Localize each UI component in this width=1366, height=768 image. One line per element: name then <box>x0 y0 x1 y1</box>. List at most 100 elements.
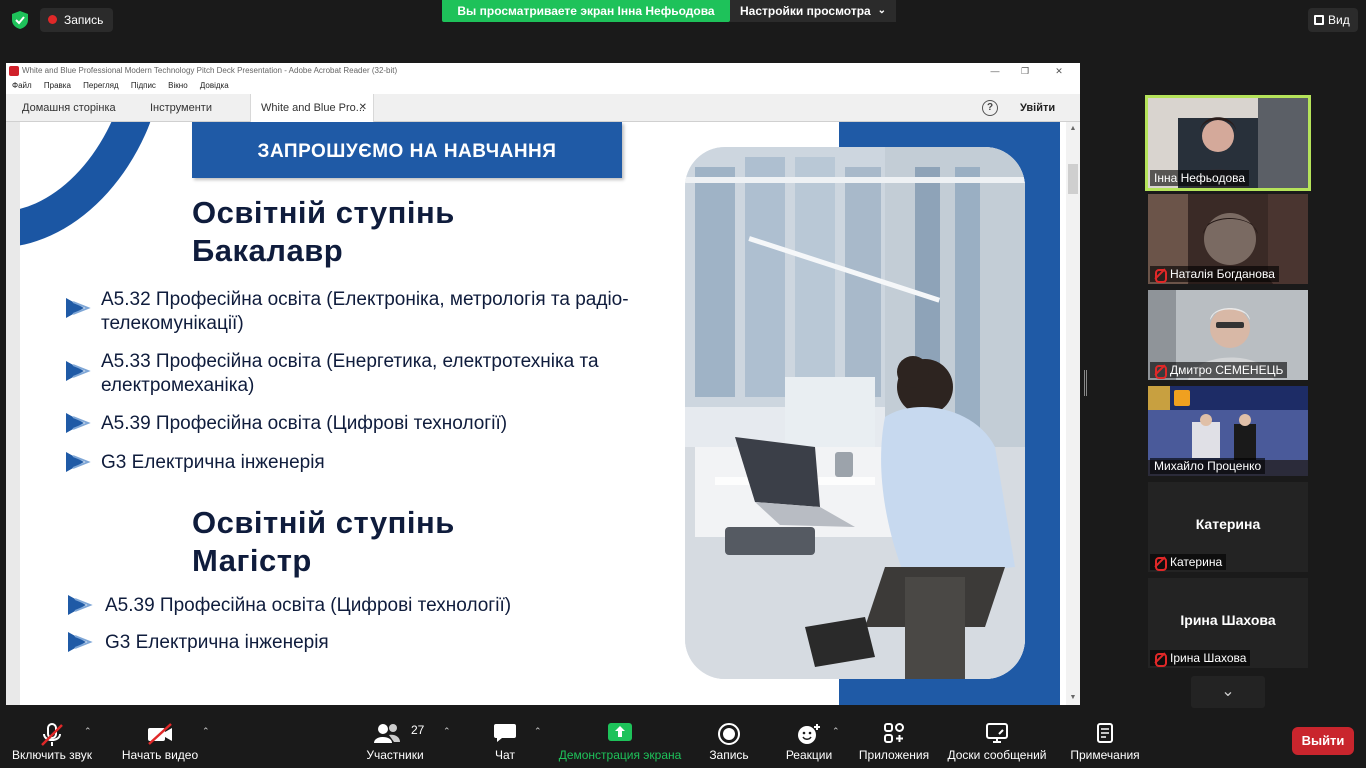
whiteboards-label: Доски сообщений <box>947 748 1047 762</box>
bachelor-item-3: А5.39 Професійна освіта (Цифрові техноло… <box>101 413 508 434</box>
unmute-button[interactable]: Включить звук <box>0 710 104 768</box>
participant-name: Дмитро СЕМЕНЕЦЬ <box>1150 362 1288 379</box>
audio-options-caret-icon[interactable]: ⌃ <box>84 726 92 737</box>
notes-icon <box>1097 723 1113 743</box>
participant-tile[interactable]: Ірина Шахова Ірина Шахова <box>1148 578 1308 668</box>
chat-label: Чат <box>495 748 515 762</box>
tab-tools[interactable]: Інструменти <box>150 94 212 122</box>
vertical-scrollbar[interactable]: ▲ ▼ <box>1066 122 1080 705</box>
decorative-arc <box>20 122 214 288</box>
view-button-label: Вид <box>1328 13 1350 27</box>
chat-button[interactable]: Чат <box>478 710 532 768</box>
unmute-label: Включить звук <box>11 748 93 762</box>
restore-icon[interactable]: ❐ <box>1010 63 1040 79</box>
participant-tile[interactable]: Наталія Богданова <box>1148 194 1308 284</box>
participants-icon <box>374 724 400 743</box>
bachelor-item-4: G3 Електрична інженерія <box>101 452 325 473</box>
view-settings-button[interactable]: Настройки просмотра ⌄ <box>730 0 896 22</box>
acrobat-title-bar: White and Blue Professional Modern Techn… <box>6 63 1080 79</box>
slide-banner: ЗАПРОШУЄМО НА НАВЧАННЯ <box>192 122 622 178</box>
menu-view[interactable]: Перегляд <box>83 81 119 90</box>
master-item-2: G3 Електрична інженерія <box>105 632 329 653</box>
bachelor-item-2-line-2: електромеханіка) <box>101 375 255 396</box>
reactions-icon <box>798 724 820 744</box>
participants-options-caret-icon[interactable]: ⌃ <box>443 726 451 737</box>
meeting-toolbar: Включить звук ⌃ Начать видео ⌃ 27 Участн… <box>0 710 1366 768</box>
minimize-icon[interactable]: — <box>980 63 1010 79</box>
participant-tile[interactable]: Інна Нефьодова <box>1145 95 1311 191</box>
participant-name: Катерина <box>1150 554 1227 571</box>
grid-view-icon <box>1314 15 1324 25</box>
chat-options-caret-icon[interactable]: ⌃ <box>534 726 542 737</box>
video-off-icon <box>148 723 172 745</box>
scroll-up-icon[interactable]: ▲ <box>1066 122 1080 136</box>
view-button[interactable]: Вид <box>1308 8 1358 32</box>
bullet-arrow-icon <box>68 632 93 652</box>
chat-icon <box>494 724 516 742</box>
menu-sign[interactable]: Підпис <box>131 81 156 90</box>
microphone-muted-icon <box>41 723 63 746</box>
participants-count: 27 <box>411 723 425 737</box>
start-video-label: Начать видео <box>121 748 199 762</box>
acrobat-tab-bar: Домашня сторінка Інструменти White and B… <box>6 94 1080 122</box>
tab-document-label: White and Blue Pro... <box>261 102 365 114</box>
apps-label: Приложения <box>858 748 930 762</box>
share-screen-label: Демонстрация экрана <box>558 748 682 762</box>
whiteboards-button[interactable]: Доски сообщений <box>942 710 1052 768</box>
screen-share-banner: Вы просматриваете экран Інна Нефьодова <box>442 0 730 22</box>
bullet-arrow-icon <box>66 298 91 318</box>
bullet-arrow-icon <box>66 452 91 472</box>
security-shield-icon[interactable] <box>10 10 30 30</box>
menu-file[interactable]: Файл <box>12 81 32 90</box>
close-icon[interactable]: ✕ <box>1044 63 1074 79</box>
bullet-arrow-icon <box>68 595 93 615</box>
acrobat-window-title: White and Blue Professional Modern Techn… <box>22 66 398 75</box>
master-heading-line-2: Магістр <box>192 543 312 578</box>
bachelor-item-1-line-1: А5.32 Професійна освіта (Електроніка, ме… <box>101 289 629 310</box>
scroll-down-icon[interactable]: ▼ <box>1066 691 1080 705</box>
menu-edit[interactable]: Правка <box>44 81 71 90</box>
leave-meeting-button[interactable]: Выйти <box>1292 727 1354 755</box>
bullet-arrow-icon <box>66 413 91 433</box>
video-options-caret-icon[interactable]: ⌃ <box>202 726 210 737</box>
participant-center-name: Катерина <box>1195 516 1261 532</box>
whiteboard-icon <box>986 723 1008 743</box>
menu-help[interactable]: Довідка <box>200 81 229 90</box>
view-settings-label: Настройки просмотра <box>740 4 871 18</box>
menu-window[interactable]: Вікно <box>168 81 187 90</box>
tab-document[interactable]: White and Blue Pro... ✕ <box>250 94 374 122</box>
participant-tile[interactable]: Дмитро СЕМЕНЕЦЬ <box>1148 290 1308 380</box>
help-icon[interactable]: ? <box>982 100 998 116</box>
participant-center-name: Ірина Шахова <box>1180 612 1276 628</box>
close-tab-icon[interactable]: ✕ <box>359 94 367 122</box>
reactions-options-caret-icon[interactable]: ⌃ <box>832 726 840 737</box>
recording-indicator[interactable]: Запись <box>40 8 114 32</box>
scroll-participants-down-button[interactable]: ⌄ <box>1191 676 1265 708</box>
bachelor-heading-line-1: Освітній ступінь <box>192 195 455 230</box>
acrobat-logo-icon <box>9 66 19 76</box>
bullet-arrow-icon <box>66 361 91 381</box>
scrollbar-thumb[interactable] <box>1068 164 1078 194</box>
document-margin <box>6 122 20 705</box>
reactions-button[interactable]: Реакции <box>780 710 838 768</box>
presentation-slide: ЗАПРОШУЄМО НА НАВЧАННЯ Освітній ступінь … <box>20 122 1060 705</box>
participant-tile[interactable]: Михайло Проценко <box>1148 386 1308 476</box>
participant-tile[interactable]: Катерина Катерина <box>1148 482 1308 572</box>
panel-resize-handle[interactable] <box>1084 370 1087 396</box>
chevron-down-icon: ⌄ <box>877 5 886 16</box>
office-photo <box>685 147 1025 679</box>
share-screen-button[interactable]: Демонстрация экрана <box>556 710 684 768</box>
login-button[interactable]: Увійти <box>1020 94 1055 122</box>
acrobat-menu-bar: Файл Правка Перегляд Підпис Вікно Довідк… <box>6 79 1080 93</box>
participants-button[interactable]: 27 Участники <box>356 710 434 768</box>
participant-name: Наталія Богданова <box>1150 266 1279 283</box>
participants-label: Участники <box>366 748 424 762</box>
apps-button[interactable]: Приложения <box>856 710 932 768</box>
start-video-button[interactable]: Начать видео <box>112 710 208 768</box>
notes-label: Примечания <box>1070 748 1140 762</box>
notes-button[interactable]: Примечания <box>1064 710 1146 768</box>
zoom-top-bar: Запись Вы просматриваете экран Інна Нефь… <box>0 0 1366 40</box>
tab-home[interactable]: Домашня сторінка <box>22 94 116 122</box>
record-button[interactable]: Запись <box>700 710 758 768</box>
participant-name: Інна Нефьодова <box>1150 170 1250 186</box>
